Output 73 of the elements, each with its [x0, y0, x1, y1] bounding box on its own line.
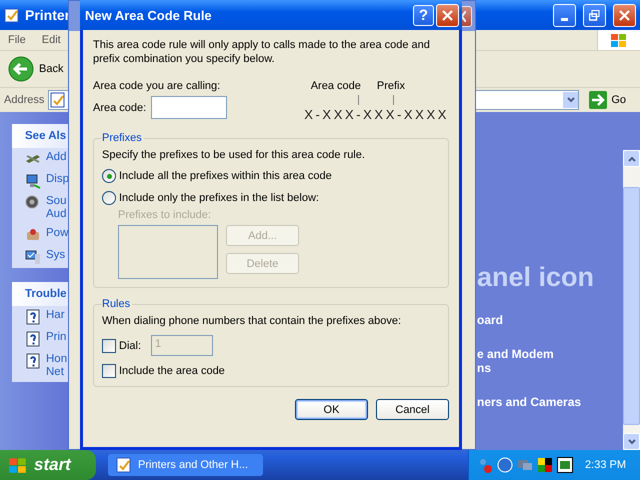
page-heading: anel icon: [477, 262, 596, 293]
panel-link[interactable]: Har: [46, 309, 65, 322]
instruction-text: When dialing phone numbers that contain the prefixes above:: [102, 315, 402, 327]
chevron-down-icon: [566, 97, 575, 103]
category-link[interactable]: oard: [477, 313, 623, 327]
close-icon: [619, 10, 630, 20]
speaker-icon: [25, 195, 41, 211]
category-link[interactable]: e and Modem ns: [477, 347, 623, 375]
address-label: Address: [4, 94, 44, 106]
dropdown-button[interactable]: [563, 92, 578, 108]
back-button[interactable]: Back: [8, 56, 64, 82]
panel-link[interactable]: Pow: [46, 227, 68, 240]
minimize-icon: [561, 18, 568, 20]
panel-link[interactable]: Hon Net: [46, 353, 68, 379]
format-label: Prefix: [376, 80, 405, 92]
flag-logo-icon: [8, 456, 28, 474]
category-link[interactable]: ners and Cameras: [477, 395, 623, 409]
restore-button[interactable]: [583, 4, 606, 26]
window-title: Printer: [25, 7, 70, 23]
dialog-title: New Area Code Rule: [85, 8, 212, 22]
go-button[interactable]: Go: [583, 90, 640, 110]
help-button[interactable]: ?: [413, 4, 434, 26]
radio-button[interactable]: [102, 191, 116, 205]
instruction-text: Specify the prefixes to be used for this area code rule.: [102, 149, 366, 161]
restore-icon: [589, 10, 600, 20]
list-label: Prefixes to include:: [118, 209, 212, 221]
panel-link[interactable]: Prin: [46, 331, 66, 344]
flag-logo-icon: [610, 32, 628, 48]
menu-item[interactable]: File: [0, 34, 34, 46]
radio-label[interactable]: Include all the prefixes within this area code: [119, 170, 332, 182]
help-icon: [25, 309, 41, 325]
panel-link[interactable]: Sou Aud: [46, 195, 66, 221]
chevron-down-icon: [628, 438, 636, 444]
radio-button[interactable]: [102, 169, 116, 183]
taskbar-button[interactable]: Printers and Other H...: [108, 454, 263, 476]
terminal-icon[interactable]: [557, 457, 573, 473]
folder-icon: [116, 457, 132, 473]
checkbox[interactable]: [102, 364, 116, 378]
monitor-icon: [25, 173, 41, 189]
number-format: X-XXX-XXX-XXXX: [304, 107, 449, 122]
scrollbar[interactable]: [623, 150, 640, 450]
help-icon: [25, 331, 41, 347]
globe-icon[interactable]: [497, 457, 513, 473]
group-title: Rules: [102, 298, 132, 310]
panel-title: Trouble: [25, 288, 67, 300]
colored-squares-icon[interactable]: [537, 457, 553, 473]
field-label: Area code:: [93, 102, 146, 114]
power-icon: [25, 227, 41, 243]
panel-title: See Als: [25, 130, 66, 142]
field-label: Area code you are calling:: [93, 80, 222, 92]
help-icon: [25, 353, 41, 369]
radio-label[interactable]: Include only the prefixes in the list below:: [119, 192, 319, 204]
clock: 2:33 PM: [585, 459, 627, 471]
folder-icon: [4, 7, 20, 23]
close-icon: [461, 11, 466, 22]
close-icon: [442, 10, 453, 20]
panel-link[interactable]: Add: [46, 151, 66, 164]
minimize-button[interactable]: [553, 4, 576, 26]
dialog-button[interactable]: Cancel: [376, 399, 449, 420]
arrow-right-icon: [589, 91, 608, 109]
format-label: Area code: [310, 80, 361, 92]
chevron-up-icon: [628, 156, 636, 162]
panel-link[interactable]: Sys: [46, 249, 66, 262]
start-button[interactable]: start: [0, 450, 96, 480]
close-button[interactable]: [436, 4, 459, 26]
checkbox-label[interactable]: Include the area code: [119, 365, 225, 377]
menu-item[interactable]: Edit: [34, 34, 69, 46]
computer-icon: [25, 249, 41, 265]
dialog-button[interactable]: OK: [295, 399, 368, 420]
group-title: Prefixes: [102, 132, 144, 144]
area-code-field[interactable]: [151, 96, 228, 119]
description-text: This area code rule will only apply to calls made to the area code and prefix combination you specify below.: [93, 38, 431, 66]
close-button[interactable]: [613, 4, 636, 26]
